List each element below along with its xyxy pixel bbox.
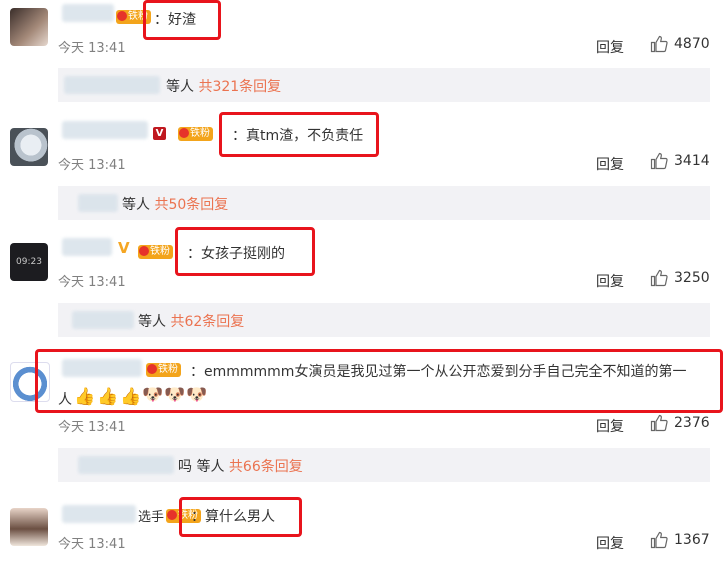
- sub-replies-summary: 等人 共62条回复: [138, 311, 244, 331]
- like-button[interactable]: 2376: [650, 414, 710, 432]
- sub-replies-suffix: 等人: [196, 459, 225, 475]
- comment-time: 今天 13:41: [58, 420, 126, 435]
- thumb-up-icon: [650, 152, 668, 170]
- reply-button[interactable]: 回复: [596, 154, 624, 174]
- comment-text: ：好渣: [154, 12, 196, 28]
- thumb-up-icon: [650, 269, 668, 287]
- comment-time: 今天 13:41: [58, 41, 126, 56]
- comment-time: 今天 13:41: [58, 158, 126, 173]
- comment-text: ：女孩子挺刚的: [187, 246, 285, 262]
- thumb-up-icon: [650, 531, 668, 549]
- fan-badge-icon: 铁粉: [138, 245, 173, 259]
- view-replies-link[interactable]: 共50条回复: [154, 197, 228, 213]
- like-button[interactable]: 1367: [650, 531, 710, 549]
- sub-username-blurred[interactable]: [78, 194, 118, 212]
- username-tail[interactable]: 选手: [138, 506, 164, 525]
- comment-text: ：真tm渣，不负责任: [232, 128, 364, 144]
- verified-v-icon: V: [118, 239, 130, 257]
- avatar[interactable]: [10, 8, 48, 46]
- sub-replies-summary: 等人 共321条回复: [166, 76, 281, 96]
- comment-text-line2: 人: [58, 392, 72, 408]
- username-blurred[interactable]: [62, 238, 112, 256]
- fan-badge-icon: 铁粉: [178, 127, 213, 141]
- comment-time: 今天 13:41: [58, 537, 126, 552]
- view-replies-link[interactable]: 共62条回复: [170, 314, 244, 330]
- sub-replies-box: 等人 共50条回复: [58, 186, 710, 220]
- like-count: 3414: [674, 153, 710, 169]
- avatar[interactable]: 09:23: [10, 243, 48, 281]
- like-count: 2376: [674, 415, 710, 431]
- reply-button[interactable]: 回复: [596, 416, 624, 436]
- like-count: 3250: [674, 270, 710, 286]
- reply-button[interactable]: 回复: [596, 271, 624, 291]
- thumb-up-icon: [650, 414, 668, 432]
- like-count: 4870: [674, 36, 710, 52]
- reply-button[interactable]: 回复: [596, 533, 624, 553]
- sub-username-blurred[interactable]: [64, 76, 160, 94]
- avatar[interactable]: [10, 128, 48, 166]
- username-blurred[interactable]: [62, 121, 148, 139]
- sub-replies-suffix: 等人: [138, 314, 166, 330]
- username-blurred[interactable]: [62, 505, 136, 523]
- like-button[interactable]: 3250: [650, 269, 710, 287]
- sub-username-blurred[interactable]: [72, 311, 134, 329]
- thumbs-up-emoji: 👍: [74, 387, 96, 407]
- thumbs-up-emoji: 👍: [97, 387, 119, 407]
- sub-username-blurred[interactable]: [78, 456, 174, 474]
- comment-text: ：emmmmmm女演员是我见过第一个从公开恋爱到分手自己完全不知道的第一: [190, 364, 687, 380]
- sub-replies-box: 吗 等人 共66条回复: [58, 448, 710, 482]
- doge-emoji: 🐶: [164, 385, 186, 405]
- verified-v-icon: V: [153, 127, 166, 140]
- comment-text: ：算什么男人: [191, 509, 275, 525]
- avatar[interactable]: [10, 508, 48, 546]
- thumb-up-icon: [650, 35, 668, 53]
- doge-emoji: 🐶: [142, 385, 164, 405]
- like-button[interactable]: 3414: [650, 152, 710, 170]
- reply-button[interactable]: 回复: [596, 37, 624, 57]
- sub-replies-summary: 等人 共50条回复: [122, 194, 228, 214]
- sub-replies-summary: 吗 等人 共66条回复: [178, 456, 303, 476]
- comment-time: 今天 13:41: [58, 275, 126, 290]
- sub-replies-prefix: 吗: [178, 459, 192, 475]
- view-replies-link[interactable]: 共321条回复: [198, 79, 281, 95]
- doge-emoji: 🐶: [186, 385, 208, 405]
- like-count: 1367: [674, 532, 710, 548]
- like-button[interactable]: 4870: [650, 35, 710, 53]
- username-blurred[interactable]: [62, 4, 114, 22]
- thumbs-up-emoji: 👍: [120, 387, 142, 407]
- sub-replies-suffix: 等人: [122, 197, 150, 213]
- view-replies-link[interactable]: 共66条回复: [229, 459, 303, 475]
- sub-replies-suffix: 等人: [166, 79, 194, 95]
- sub-replies-box: 等人 共321条回复: [58, 68, 710, 102]
- sub-replies-box: 等人 共62条回复: [58, 303, 710, 337]
